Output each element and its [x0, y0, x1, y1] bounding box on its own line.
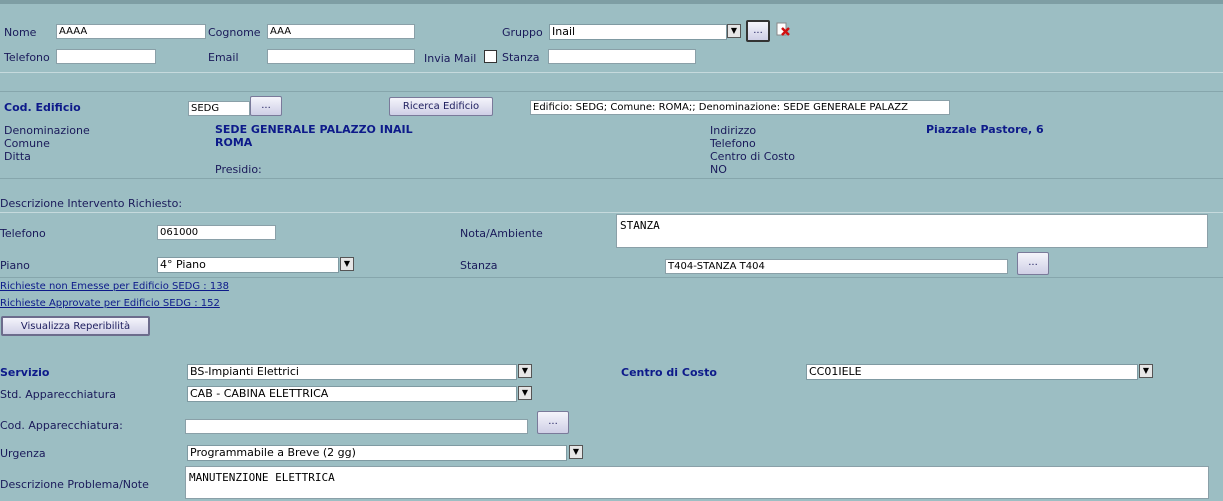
- urgenza-select[interactable]: Programmabile a Breve (2 gg): [187, 445, 567, 461]
- presidio-value: NO: [710, 163, 727, 176]
- cod-apparecchiatura-browse-button[interactable]: ...: [537, 411, 569, 434]
- telefono-input[interactable]: [56, 49, 156, 64]
- denominazione-value: SEDE GENERALE PALAZZO INAIL: [215, 123, 413, 136]
- separator: [0, 72, 1223, 73]
- invia-mail-label: Invia Mail: [424, 52, 477, 65]
- intervento-telefono-label: Telefono: [0, 227, 46, 240]
- cod-edificio-input[interactable]: SEDG: [188, 101, 250, 116]
- email-input[interactable]: [267, 49, 415, 64]
- separator: [0, 212, 1223, 213]
- centro-costo-dropdown-arrow-icon[interactable]: ▼: [1139, 364, 1153, 378]
- invia-mail-checkbox[interactable]: [484, 50, 497, 63]
- stanza-label: Stanza: [502, 51, 540, 64]
- indirizzo-value: Piazzale Pastore, 6: [926, 123, 1044, 136]
- cod-apparecchiatura-input[interactable]: [185, 419, 528, 434]
- gruppo-dropdown-arrow-icon[interactable]: ▼: [727, 24, 741, 38]
- cod-edificio-browse-button[interactable]: ...: [250, 96, 282, 116]
- separator: [0, 91, 1223, 92]
- ricerca-edificio-button[interactable]: Ricerca Edificio: [389, 97, 493, 116]
- stanza-input[interactable]: [548, 49, 696, 64]
- intervento-telefono-input[interactable]: 061000: [157, 225, 276, 240]
- telefono-label: Telefono: [4, 51, 50, 64]
- comune-value: ROMA: [215, 136, 253, 149]
- piano-label: Piano: [0, 259, 30, 272]
- servizio-select[interactable]: BS-Impianti Elettrici: [187, 364, 517, 380]
- centro-costo-label: Centro di Costo: [621, 366, 717, 379]
- visualizza-reperibilita-button[interactable]: Visualizza Reperibilità: [1, 316, 150, 336]
- comune-label: Comune: [4, 137, 50, 150]
- top-border: [0, 0, 1223, 4]
- intervento-stanza-label: Stanza: [460, 259, 498, 272]
- piano-select[interactable]: 4° Piano: [157, 257, 339, 273]
- urgenza-dropdown-arrow-icon[interactable]: ▼: [569, 445, 583, 459]
- edificio-summary-field: Edificio: SEDG; Comune: ROMA;; Denominaz…: [530, 100, 950, 115]
- richieste-approvate-link[interactable]: Richieste Approvate per Edificio SEDG : …: [0, 298, 220, 309]
- gruppo-label: Gruppo: [502, 26, 543, 39]
- piano-dropdown-arrow-icon[interactable]: ▼: [340, 257, 354, 271]
- std-apparecchiatura-label: Std. Apparecchiatura: [0, 388, 116, 401]
- edificio-centro-costo-label: Centro di Costo: [710, 150, 795, 163]
- descrizione-problema-label: Descrizione Problema/Note: [0, 478, 149, 491]
- denominazione-label: Denominazione: [4, 124, 90, 137]
- servizio-label: Servizio: [0, 366, 50, 379]
- presidio-label: Presidio:: [215, 163, 262, 176]
- std-apparecchiatura-dropdown-arrow-icon[interactable]: ▼: [518, 386, 532, 400]
- delete-icon[interactable]: [775, 22, 791, 38]
- intervento-stanza-input[interactable]: T404-STANZA T404: [665, 259, 1008, 274]
- cod-apparecchiatura-label: Cod. Apparecchiatura:: [0, 419, 123, 432]
- ditta-label: Ditta: [4, 150, 31, 163]
- separator: [0, 178, 1223, 179]
- gruppo-browse-button[interactable]: ...: [746, 20, 770, 42]
- urgenza-label: Urgenza: [0, 447, 46, 460]
- separator: [0, 277, 1223, 278]
- nota-ambiente-textarea[interactable]: STANZA: [616, 214, 1208, 248]
- email-label: Email: [208, 51, 239, 64]
- centro-costo-select[interactable]: CC01IELE: [806, 364, 1138, 380]
- descrizione-problema-textarea[interactable]: MANUTENZIONE ELETTRICA: [185, 466, 1209, 499]
- std-apparecchiatura-select[interactable]: CAB - CABINA ELETTRICA: [187, 386, 517, 402]
- descrizione-intervento-label: Descrizione Intervento Richiesto:: [0, 197, 183, 210]
- nota-ambiente-label: Nota/Ambiente: [460, 227, 543, 240]
- cognome-label: Cognome: [208, 26, 261, 39]
- servizio-dropdown-arrow-icon[interactable]: ▼: [518, 364, 532, 378]
- cod-edificio-label: Cod. Edificio: [4, 101, 81, 114]
- cognome-input[interactable]: AAA: [267, 24, 415, 39]
- indirizzo-label: Indirizzo: [710, 124, 757, 137]
- richieste-non-emesse-link[interactable]: Richieste non Emesse per Edificio SEDG :…: [0, 281, 229, 292]
- nome-label: Nome: [4, 26, 37, 39]
- nome-input[interactable]: AAAA: [56, 24, 206, 39]
- gruppo-select[interactable]: Inail: [549, 24, 727, 40]
- edificio-telefono-label: Telefono: [710, 137, 756, 150]
- stanza-browse-button[interactable]: ...: [1017, 252, 1049, 275]
